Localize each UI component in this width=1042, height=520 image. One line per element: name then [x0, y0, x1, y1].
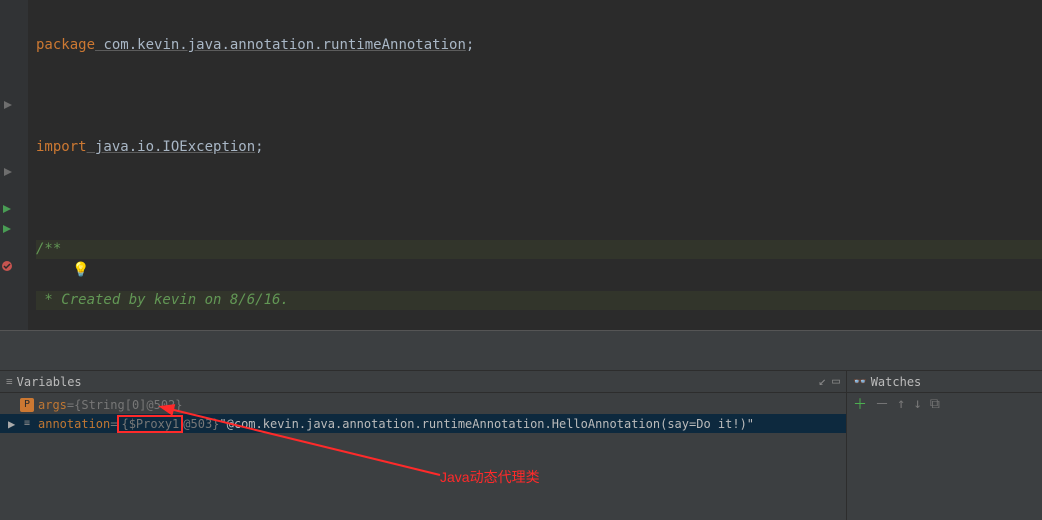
variables-header: ≡ Variables ↙ ▭	[0, 371, 846, 393]
object-icon: ≡	[20, 417, 34, 431]
restore-layout-icon[interactable]: ↙	[818, 371, 826, 393]
fold-marker-icon[interactable]	[3, 165, 15, 177]
copy-icon[interactable]: ⧉	[930, 396, 940, 412]
code-editor[interactable]: package com.kevin.java.annotation.runtim…	[0, 0, 1042, 330]
keyword: import	[36, 139, 87, 155]
code-area[interactable]: package com.kevin.java.annotation.runtim…	[28, 0, 1042, 330]
watches-pane: 👓 Watches ＋ － ↑ ↓ ⧉	[847, 371, 1042, 520]
variables-pane: ≡ Variables ↙ ▭ P args = {String[0]@502}…	[0, 371, 847, 520]
list-icon: ≡	[6, 371, 13, 393]
run-gutter-icon[interactable]	[2, 222, 14, 234]
callout-label: Java动态代理类	[440, 467, 540, 487]
remove-watch-icon[interactable]: －	[875, 394, 889, 414]
param-icon: P	[20, 398, 34, 412]
watches-title: Watches	[871, 371, 922, 393]
variables-tree[interactable]: P args = {String[0]@502} ▶ ≡ annotation …	[0, 393, 846, 435]
move-up-icon[interactable]: ↑	[897, 396, 905, 412]
doc-comment: * Created by kevin on 8/6/16.	[36, 292, 289, 308]
run-gutter-icon[interactable]	[2, 202, 14, 214]
doc-comment: /**	[36, 241, 61, 257]
variable-row[interactable]: P args = {String[0]@502}	[0, 395, 846, 414]
fold-marker-icon[interactable]	[3, 98, 15, 110]
breakpoint-icon[interactable]	[0, 259, 12, 271]
import-path: java.io.IOException	[87, 139, 256, 155]
expand-icon[interactable]: ▶	[8, 417, 18, 431]
blank-expander	[8, 398, 18, 412]
variable-row[interactable]: ▶ ≡ annotation = {$Proxy1@503} "@com.kev…	[0, 414, 846, 433]
panel-divider[interactable]	[0, 330, 1042, 370]
move-down-icon[interactable]: ↓	[913, 396, 921, 412]
add-watch-icon[interactable]: ＋	[853, 394, 867, 414]
gutter	[0, 0, 28, 330]
debug-panel: ≡ Variables ↙ ▭ P args = {String[0]@502}…	[0, 370, 1042, 520]
hide-pane-icon[interactable]: ▭	[832, 371, 840, 393]
intention-bulb-icon[interactable]: 💡	[72, 262, 89, 278]
proxy-class-highlight: {$Proxy1	[117, 415, 183, 433]
watches-header: 👓 Watches	[847, 371, 1042, 393]
watches-toolbar: ＋ － ↑ ↓ ⧉	[847, 393, 1042, 415]
glasses-icon: 👓	[853, 371, 867, 393]
variables-title: Variables	[17, 371, 82, 393]
keyword: package	[36, 37, 95, 53]
package-path: com.kevin.java.annotation.runtimeAnnotat…	[95, 37, 466, 53]
